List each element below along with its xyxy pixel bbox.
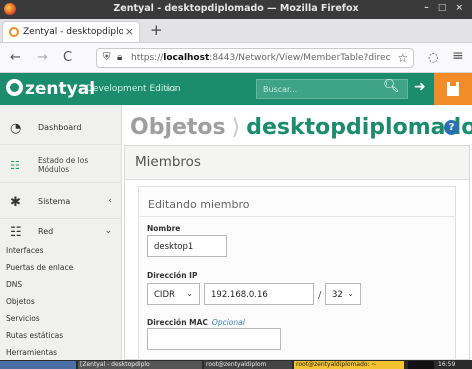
optional-hint: Opcional	[211, 318, 245, 327]
taskbar: [Zentyal - desktopdiplo root@zentyaldipl…	[0, 360, 472, 369]
sidebar-item-modules[interactable]: ☷ Estado de los Módulos	[0, 149, 122, 183]
page-title: desktopdiplomado	[246, 115, 472, 140]
url-bar[interactable]: ⛨ 🔒︎ https://localhost:8443/Network/View…	[96, 48, 414, 68]
version-label: 6.2	[166, 85, 178, 93]
breadcrumb-separator-icon: ⟩	[231, 115, 241, 140]
form-title: Editando miembro	[148, 198, 250, 211]
back-button[interactable]: ←	[10, 50, 21, 65]
sidebar-item-red[interactable]: ☷ Red ⌄	[0, 215, 122, 249]
reload-button[interactable]: C	[63, 50, 72, 65]
sidebar: ◔ Dashboard ☷ Estado de los Módulos ✱ Sis…	[0, 105, 122, 360]
name-input[interactable]: desktop1	[147, 235, 227, 257]
sidebar-subitem-interfaces[interactable]: Interfaces	[6, 246, 44, 255]
taskbar-tray	[408, 361, 434, 369]
sidebar-item-label: Red	[38, 227, 54, 236]
window-title: Zentyal - desktopdiplomado — Mozilla Fir…	[113, 3, 359, 14]
taskbar-launchers[interactable]	[0, 361, 76, 369]
form-divider	[138, 216, 456, 217]
sidebar-subitem-objetos[interactable]: Objetos	[6, 297, 35, 306]
taskbar-item-firefox[interactable]: [Zentyal - desktopdiplo	[78, 361, 202, 369]
sidebar-item-label: Sistema	[38, 197, 71, 206]
save-changes-button[interactable]	[434, 73, 472, 105]
navigation-bar: ← → C ⛨ 🔒︎ https://localhost:8443/Networ…	[0, 43, 472, 73]
sidebar-item-label: Estado de los Módulos	[38, 156, 89, 174]
save-icon	[447, 82, 459, 96]
shield-icon[interactable]: ⛨	[103, 52, 111, 63]
bookmark-star-icon[interactable]: ☆	[397, 51, 408, 65]
ip-mask-separator: /	[318, 290, 322, 301]
mac-address-input[interactable]	[147, 328, 281, 350]
window-titlebar: Zentyal - desktopdiplomado — Mozilla Fir…	[0, 0, 472, 19]
zentyal-favicon-icon	[9, 27, 19, 37]
forward-button[interactable]: →	[37, 50, 48, 65]
mac-label: Dirección MAC Opcional	[147, 318, 245, 327]
section-title: Miembros	[135, 154, 201, 170]
zentyal-logo[interactable]: zentyal	[6, 79, 95, 99]
hamburger-menu-icon[interactable]: ≡	[452, 48, 464, 64]
chevron-down-icon: ⌄	[104, 226, 112, 236]
gear-icon: ✱	[10, 195, 21, 210]
sidebar-subitem-static-routes[interactable]: Rutas estáticas	[6, 331, 63, 340]
name-label: Nombre	[147, 224, 181, 233]
chevron-down-icon: ⌄	[186, 289, 193, 298]
sidebar-subitem-dns[interactable]: DNS	[6, 280, 22, 289]
sidebar-item-dashboard[interactable]: ◔ Dashboard	[0, 111, 122, 145]
sidebar-subitem-servicios[interactable]: Servicios	[6, 314, 40, 323]
logout-icon[interactable]: ➜	[414, 79, 426, 95]
ip-mask-select[interactable]: 32 ⌄	[325, 283, 361, 305]
breadcrumb-parent-link[interactable]: Objetos	[130, 115, 226, 140]
sidebar-item-label: Dashboard	[38, 123, 82, 132]
sidebar-subitem-gateways[interactable]: Puertas de enlace	[6, 263, 73, 272]
browser-tab[interactable]: Zentyal - desktopdiplom ×	[2, 21, 140, 42]
section-header: Miembros	[125, 146, 469, 180]
dashboard-icon: ◔	[10, 121, 22, 136]
help-icon[interactable]: ?	[444, 120, 459, 135]
sidebar-subitem-tools[interactable]: Herramientas	[6, 348, 57, 357]
tab-title: Zentyal - desktopdiplom	[23, 27, 123, 37]
taskbar-clock: 16:59	[436, 361, 472, 369]
chevron-left-icon: ‹	[108, 196, 112, 206]
chevron-down-icon: ⌄	[347, 289, 354, 298]
lock-icon[interactable]: 🔒︎	[117, 52, 122, 63]
taskbar-item-terminal-2[interactable]: root@zentyaldiplomado: ~	[294, 361, 404, 369]
taskbar-item-terminal-1[interactable]: root@zentyaldiplom	[204, 361, 292, 369]
modules-icon: ☷	[10, 159, 20, 172]
search-icon[interactable]: 🔍︎	[383, 79, 400, 94]
network-icon: ☷	[10, 225, 22, 240]
pocket-icon[interactable]: ◌	[428, 50, 438, 64]
ip-label: Dirección IP	[147, 271, 198, 280]
url-text[interactable]: https://localhost:8443/Network/View/Memb…	[131, 53, 391, 63]
breadcrumb: Objetos ⟩ desktopdiplomado	[130, 115, 472, 140]
tab-strip: Zentyal - desktopdiplom × +	[0, 19, 472, 43]
new-tab-button[interactable]: +	[150, 21, 163, 39]
window-controls[interactable]: – □ ×	[424, 3, 466, 13]
tab-close-icon[interactable]: ×	[125, 25, 134, 38]
zentyal-header: zentyal Development Edition 6.2 Buscar..…	[0, 73, 472, 105]
sidebar-item-sistema[interactable]: ✱ Sistema ‹	[0, 185, 122, 219]
ip-type-select[interactable]: CIDR ⌄	[147, 283, 200, 305]
ip-address-input[interactable]: 192.168.0.16	[204, 283, 314, 305]
